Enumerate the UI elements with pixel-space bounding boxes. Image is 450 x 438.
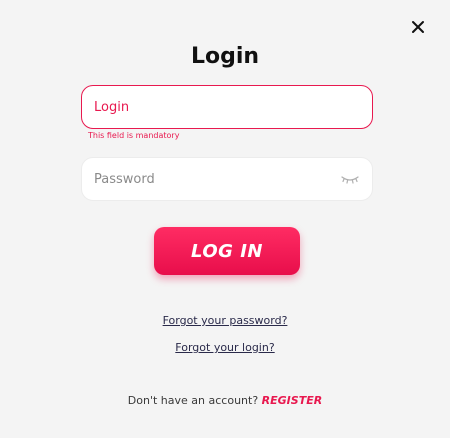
close-button[interactable] xyxy=(408,17,428,37)
login-field-container xyxy=(81,85,373,129)
forgot-password-link[interactable]: Forgot your password? xyxy=(0,314,450,327)
login-error-message: This field is mandatory xyxy=(88,131,180,140)
register-prompt-line: Don't have an account? REGISTER xyxy=(0,394,450,407)
forgot-login-link[interactable]: Forgot your login? xyxy=(0,341,450,354)
register-link[interactable]: REGISTER xyxy=(262,394,323,407)
dialog-title: Login xyxy=(190,44,260,69)
password-field-container xyxy=(81,157,373,201)
login-input[interactable] xyxy=(82,86,322,128)
password-visibility-toggle[interactable] xyxy=(340,172,360,186)
password-input[interactable] xyxy=(82,158,322,200)
eye-closed-icon xyxy=(341,176,359,184)
login-button[interactable]: LOG IN xyxy=(154,227,300,275)
close-icon xyxy=(412,21,424,33)
register-prompt-text: Don't have an account? xyxy=(127,394,259,407)
